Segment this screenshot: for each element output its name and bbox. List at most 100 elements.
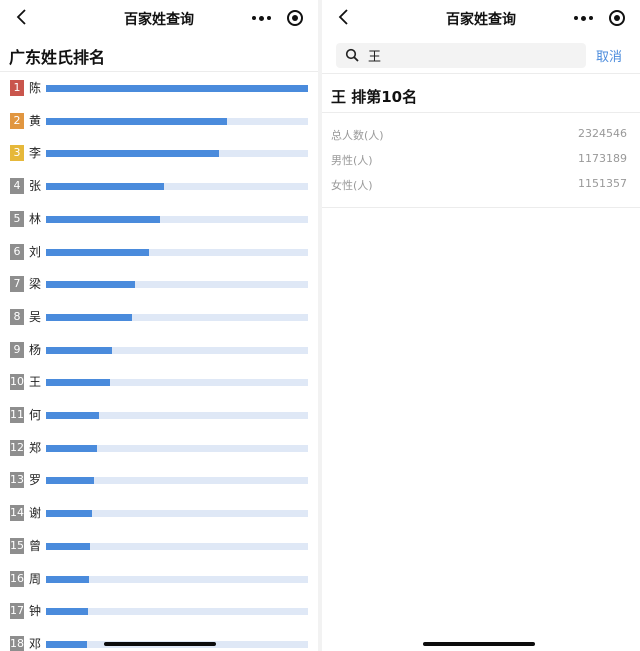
share-bar-track	[46, 477, 308, 485]
share-bar-fill	[46, 183, 164, 191]
surname-label: 邓	[29, 636, 42, 651]
surname-label: 郑	[29, 440, 42, 455]
share-bar-fill	[46, 85, 308, 92]
rank-badge: 3	[10, 145, 24, 162]
stat-label: 男性(人)	[331, 154, 373, 167]
rank-badge: 17	[10, 603, 24, 620]
rank-badge: 4	[10, 178, 24, 195]
rank-row[interactable]: 16 周	[0, 563, 318, 596]
share-bar-track	[46, 575, 308, 583]
share-bar-fill	[46, 248, 149, 256]
surname-label: 曾	[29, 538, 42, 553]
rank-row[interactable]: 10 王	[0, 366, 318, 399]
rank-row[interactable]: 13 罗	[0, 464, 318, 497]
rank-row[interactable]: 8吴	[0, 301, 318, 334]
rank-row[interactable]: 7梁	[0, 268, 318, 301]
rank-badge: 1	[10, 80, 24, 96]
rank-row[interactable]: 5林	[0, 203, 318, 236]
navigation-bar: 百家姓查询	[0, 0, 318, 36]
share-bar-fill	[46, 150, 220, 158]
rank-badge: 14	[10, 505, 24, 522]
share-bar-fill	[46, 510, 93, 518]
close-target-icon[interactable]	[600, 5, 634, 31]
home-indicator[interactable]	[423, 642, 535, 646]
share-bar-fill	[46, 412, 99, 419]
share-bar-fill	[46, 608, 88, 616]
share-bar-fill	[46, 575, 89, 583]
rank-row[interactable]: 12 郑	[0, 432, 318, 465]
rank-badge: 6	[10, 243, 24, 260]
rank-row[interactable]: 4张	[0, 170, 318, 203]
surname-label: 梁	[29, 277, 42, 292]
surname-label: 黄	[29, 113, 42, 128]
share-bar-fill	[46, 313, 132, 321]
share-bar-track	[46, 313, 308, 321]
surname-label: 林	[29, 211, 42, 226]
surname-label: 钟	[29, 604, 42, 619]
share-bar-track	[46, 183, 308, 191]
stat-value: 1173189	[578, 152, 627, 165]
surname-label: 谢	[29, 506, 42, 521]
rank-row[interactable]: 14 谢	[0, 497, 318, 530]
share-bar-track	[46, 412, 308, 419]
rank-badge: 13	[10, 472, 24, 489]
share-bar-track	[46, 215, 308, 223]
rank-row[interactable]: 2黄	[0, 105, 318, 138]
more-icon[interactable]	[566, 5, 600, 31]
mini-program-capsule	[566, 5, 634, 31]
share-bar-track	[46, 248, 308, 256]
rank-row[interactable]: 17 钟	[0, 595, 318, 628]
share-bar-track	[46, 85, 308, 92]
rank-row[interactable]: 9杨	[0, 334, 318, 367]
result-title: 王 排第10名	[331, 88, 418, 106]
search-icon	[345, 48, 360, 63]
stat-value: 2324546	[578, 127, 627, 140]
share-bar-track	[46, 608, 308, 616]
stat-label: 总人数(人)	[331, 129, 384, 142]
back-icon[interactable]	[12, 6, 32, 28]
home-indicator[interactable]	[104, 642, 216, 646]
rank-badge: 7	[10, 276, 24, 293]
stat-male-row: 男性(人) 1173189	[331, 150, 627, 168]
close-target-icon[interactable]	[278, 5, 312, 31]
share-bar-track	[46, 150, 308, 158]
rank-badge: 2	[10, 112, 24, 129]
rank-badge: 15	[10, 537, 24, 554]
surname-label: 何	[29, 408, 42, 422]
rank-row[interactable]: 6刘	[0, 236, 318, 269]
rank-row[interactable]: 15 曾	[0, 530, 318, 563]
surname-label: 陈	[29, 81, 42, 95]
search-input[interactable]	[368, 45, 578, 66]
rank-badge: 11	[10, 407, 24, 423]
share-bar-fill	[46, 117, 228, 125]
share-bar-track	[46, 542, 308, 550]
share-bar-track	[46, 510, 308, 518]
share-bar-track	[46, 444, 308, 452]
surname-label: 周	[29, 571, 42, 586]
surname-label: 罗	[29, 473, 42, 488]
stat-total-row: 总人数(人) 2324546	[331, 125, 627, 143]
mini-program-capsule	[244, 5, 312, 31]
search-box[interactable]	[336, 43, 586, 68]
share-bar-fill	[46, 444, 98, 452]
back-icon[interactable]	[334, 6, 354, 28]
cancel-button[interactable]: 取消	[596, 46, 622, 65]
surname-label: 杨	[29, 342, 42, 357]
share-bar-fill	[46, 640, 87, 648]
ranking-screen: 百家姓查询 广东姓氏排名 1 陈 2 黄 3 李 4 张 5 林 6 刘 7 梁 8 吴 9 杨 10 王 11 何 12 郑…	[0, 0, 318, 651]
rank-row[interactable]: 18 邓	[0, 628, 318, 651]
search-screen: 百家姓查询 取消 王 排第10名 总人数(人) 2324546 男性(人) 11…	[322, 0, 640, 651]
rank-row[interactable]: 1陈	[0, 72, 318, 105]
share-bar-fill	[46, 281, 136, 289]
rank-badge: 16	[10, 570, 24, 587]
divider	[322, 207, 640, 208]
more-icon[interactable]	[244, 5, 278, 31]
share-bar-fill	[46, 215, 160, 223]
rank-row[interactable]: 3李	[0, 137, 318, 170]
rank-row[interactable]: 11 何	[0, 399, 318, 432]
stat-female-row: 女性(人) 1151357	[331, 175, 627, 193]
stat-label: 女性(人)	[331, 179, 373, 192]
surname-label: 李	[29, 146, 42, 161]
surname-label: 张	[29, 179, 42, 194]
share-bar-fill	[46, 346, 113, 354]
